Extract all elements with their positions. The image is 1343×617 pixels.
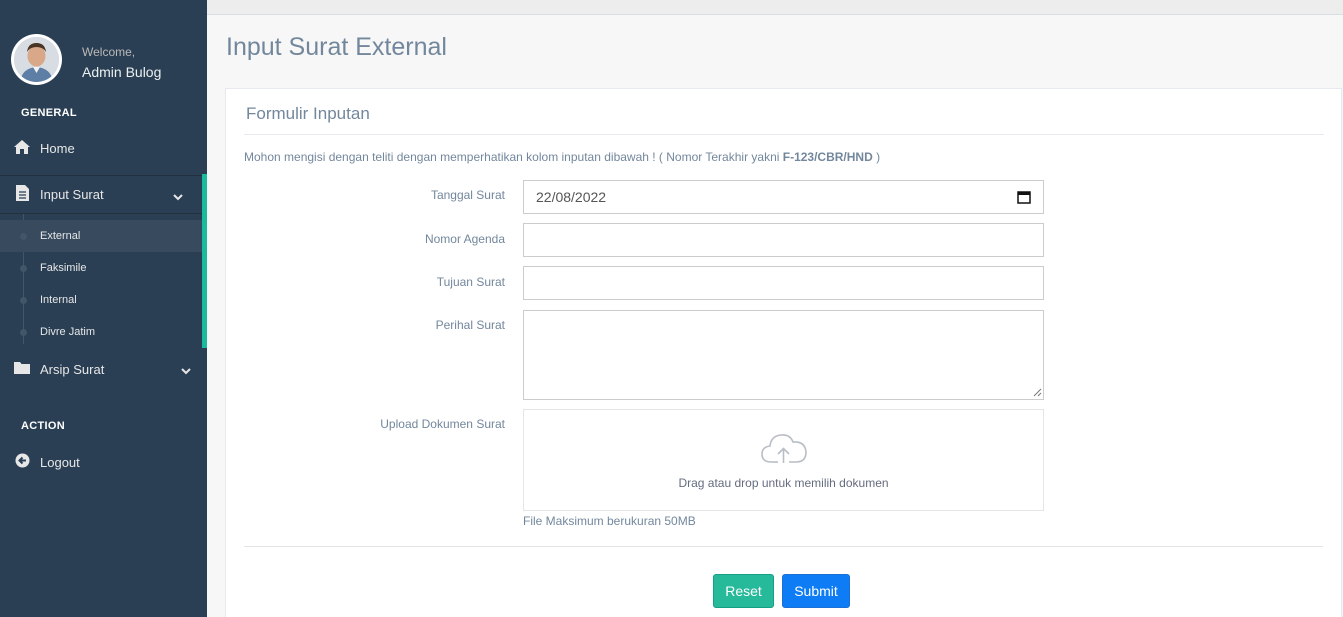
- input-surat-submenu: External Faksimile Internal Divre Jatim: [0, 214, 207, 348]
- cloud-upload-icon: [761, 434, 807, 463]
- submenu-item-label: Faksimile: [40, 262, 87, 274]
- folder-icon: [13, 361, 31, 377]
- profile: Welcome, Admin Bulog: [11, 34, 201, 86]
- calendar-icon[interactable]: [1017, 190, 1031, 204]
- file-icon: [13, 185, 31, 204]
- tujuan-surat-label: Tujuan Surat: [436, 275, 505, 289]
- tanggal-surat-label: Tanggal Surat: [430, 188, 505, 202]
- dropzone-text: Drag atau drop untuk memilih dokumen: [678, 476, 889, 490]
- username: Admin Bulog: [82, 64, 162, 80]
- resize-grip-icon[interactable]: [1033, 388, 1042, 397]
- submenu-item-label: Divre Jatim: [40, 326, 96, 338]
- top-navbar: [207, 0, 1343, 15]
- submenu-item-divre-jatim[interactable]: Divre Jatim: [0, 316, 202, 348]
- logout-icon: [13, 453, 31, 471]
- submenu-item-faksimile[interactable]: Faksimile: [0, 252, 202, 284]
- section-title-general: GENERAL: [21, 107, 77, 119]
- chevron-down-icon: [173, 189, 183, 204]
- nomor-agenda-label: Nomor Agenda: [424, 232, 505, 246]
- upload-dropzone[interactable]: Drag atau drop untuk memilih dokumen: [523, 409, 1044, 511]
- panel-divider: [244, 134, 1324, 135]
- sidebar-item-label: Home: [40, 140, 75, 156]
- sidebar-item-home[interactable]: Home: [0, 129, 207, 167]
- home-icon: [13, 139, 31, 157]
- submenu-item-label: Internal: [40, 294, 77, 306]
- sidebar-item-arsip-surat[interactable]: Arsip Surat: [0, 350, 207, 388]
- tanggal-surat-value: 22/08/2022: [536, 189, 607, 205]
- chevron-down-icon: [181, 363, 191, 378]
- last-number: F-123/CBR/HND: [782, 150, 873, 164]
- welcome-text: Welcome,: [82, 45, 136, 59]
- submenu-item-internal[interactable]: Internal: [0, 284, 202, 316]
- tanggal-surat-input[interactable]: 22/08/2022: [523, 180, 1044, 214]
- section-title-action: ACTION: [21, 420, 65, 432]
- perihal-surat-textarea[interactable]: [523, 310, 1044, 400]
- file-size-note: File Maksimum berukuran 50MB: [523, 514, 696, 528]
- perihal-surat-label: Perihal Surat: [435, 318, 505, 332]
- submenu-item-label: External: [40, 230, 81, 242]
- sidebar-item-label: Arsip Surat: [40, 361, 105, 377]
- avatar: [11, 34, 62, 85]
- form-instruction: Mohon mengisi dengan teliti dengan mempe…: [244, 150, 881, 164]
- reset-button[interactable]: Reset: [713, 574, 774, 608]
- nomor-agenda-input[interactable]: [523, 223, 1044, 257]
- form-divider: [244, 546, 1323, 547]
- sidebar-item-logout[interactable]: Logout: [0, 443, 207, 481]
- sidebar: Welcome, Admin Bulog GENERAL Home Input …: [0, 0, 207, 617]
- submenu-item-external[interactable]: External: [0, 220, 202, 252]
- panel-title: Formulir Inputan: [246, 104, 370, 123]
- sidebar-item-label: Input Surat: [40, 187, 104, 202]
- tujuan-surat-input[interactable]: [523, 266, 1044, 300]
- sidebar-item-input-surat[interactable]: Input Surat: [0, 175, 202, 214]
- submit-button[interactable]: Submit: [782, 574, 850, 608]
- sidebar-item-label: Logout: [40, 454, 80, 470]
- page-title: Input Surat External: [226, 33, 447, 61]
- upload-dokumen-label: Upload Dokumen Surat: [380, 417, 505, 431]
